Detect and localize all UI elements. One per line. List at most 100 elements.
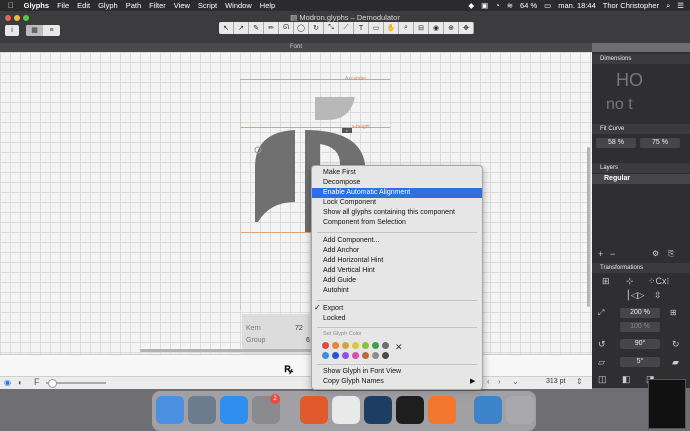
add-layer-icon[interactable]: +	[598, 249, 603, 259]
slant-left-icon[interactable]: ▱	[598, 357, 605, 368]
boolean-subtract-icon[interactable]: ◧	[622, 374, 631, 385]
menu-script[interactable]: Script	[198, 1, 217, 10]
app-store-icon[interactable]	[220, 396, 248, 424]
color-swatch[interactable]	[362, 352, 369, 359]
menu-locked[interactable]: Locked	[312, 314, 482, 324]
scale-field[interactable]: 200 %	[620, 308, 660, 318]
layers-header[interactable]: Layers	[592, 163, 690, 173]
color-swatch[interactable]	[332, 352, 339, 359]
point-size[interactable]: 313 pt	[546, 378, 565, 385]
affinity-designer-icon[interactable]	[364, 396, 392, 424]
color-swatch[interactable]	[352, 342, 359, 349]
hand-tool-icon[interactable]: ✋	[384, 22, 399, 34]
menu-copy-glyph-names[interactable]: Copy Glyph Names	[312, 377, 482, 387]
slider-knob[interactable]	[48, 379, 57, 388]
menu-show-glyph-in-font-view[interactable]: Show Glyph in Font View	[312, 367, 482, 377]
clock[interactable]: man. 18:44	[558, 1, 596, 10]
transform-origin-icon[interactable]: ⁘Cx⁝	[648, 276, 669, 287]
tab-font[interactable]: Font	[0, 43, 592, 52]
vertical-scrollbar[interactable]	[587, 147, 590, 307]
wifi-icon[interactable]: ≋	[507, 1, 513, 10]
menu-decompose[interactable]: Decompose	[312, 178, 482, 188]
chevron-left-icon[interactable]: ‹	[487, 377, 490, 386]
knife-tool-icon[interactable]: ⟋	[339, 22, 354, 34]
menu-component-from-selection[interactable]: Component from Selection	[312, 218, 482, 228]
eye-icon[interactable]: ◉	[4, 378, 11, 387]
control-center-icon[interactable]: ☰	[677, 1, 684, 10]
pencil-tool-icon[interactable]: ✏	[264, 22, 279, 34]
contrast-icon[interactable]: ◐	[18, 378, 23, 387]
scale-field-2[interactable]: 100 %	[620, 322, 660, 332]
arrows-icon[interactable]: ✥	[459, 22, 474, 34]
align-center-icon[interactable]: ⊹	[626, 276, 634, 287]
user-name[interactable]: Thor Christopher	[603, 1, 659, 10]
color-swatch[interactable]	[382, 342, 389, 349]
menu-add-anchor[interactable]: Add Anchor	[312, 246, 482, 256]
draw-tool-icon[interactable]: ✎	[249, 22, 264, 34]
view-mode-switch[interactable]: ▦ ≡	[26, 25, 60, 36]
brave-icon[interactable]	[300, 396, 328, 424]
glyph-canvas[interactable]: Ascender x-height ▪ Kern 72 Group 6	[0, 52, 592, 354]
kern-value[interactable]: 72	[295, 325, 303, 332]
menu-show-all-glyphs[interactable]: Show all glyphs containing this componen…	[312, 208, 482, 218]
brush-tool-icon[interactable]: ᘏ	[279, 22, 294, 34]
scale-tool-icon[interactable]: ⤡	[324, 22, 339, 34]
fit-curve-header[interactable]: Fit Curve	[592, 124, 690, 134]
color-swatch[interactable]	[372, 342, 379, 349]
battery-percent[interactable]: 64 %	[520, 1, 537, 10]
grid-view-icon[interactable]: ▦	[26, 25, 43, 36]
preview-size-slider[interactable]	[46, 379, 106, 388]
menu-add-vertical-hint[interactable]: Add Vertical Hint	[312, 266, 482, 276]
menu-view[interactable]: View	[174, 1, 190, 10]
rotate-tool-icon[interactable]: ↻	[309, 22, 324, 34]
color-swatch[interactable]	[342, 352, 349, 359]
launchpad-icon[interactable]	[188, 396, 216, 424]
color-swatch[interactable]	[332, 342, 339, 349]
scale-icon[interactable]: ⤢	[598, 308, 604, 318]
transformations-header[interactable]: Transformations	[592, 263, 690, 273]
menu-window[interactable]: Window	[225, 1, 252, 10]
menu-make-first[interactable]: Make First	[312, 168, 482, 178]
preview-icon[interactable]: ◉	[429, 22, 444, 34]
rotate-ccw-icon[interactable]: ↺	[598, 339, 606, 350]
boolean-union-icon[interactable]: ◫	[598, 374, 607, 385]
stepper-icon[interactable]: ⇕	[576, 377, 583, 386]
menu-autohint[interactable]: Autohint	[312, 286, 482, 296]
select-all-layers-icon[interactable]: ↗	[234, 22, 249, 34]
scale-up-icon[interactable]: ⊞	[670, 308, 677, 317]
rotate-field[interactable]: 90°	[620, 339, 660, 349]
menu-add-guide[interactable]: Add Guide	[312, 276, 482, 286]
select-tool-icon[interactable]: ↖	[219, 22, 234, 34]
mirror-vertical-icon[interactable]: ⇳	[654, 290, 662, 301]
group-value[interactable]: 6	[306, 337, 310, 344]
firefox-icon[interactable]	[428, 396, 456, 424]
chevron-right-icon[interactable]: ›	[498, 377, 501, 386]
fit-curve-b[interactable]: 75 %	[640, 138, 680, 148]
apple-icon[interactable]: 	[8, 1, 14, 10]
menu-add-component[interactable]: Add Component...	[312, 236, 482, 246]
dropbox-icon[interactable]: ◆	[468, 1, 474, 10]
align-icon[interactable]: ⊞	[602, 276, 610, 287]
menu-filter[interactable]: Filter	[149, 1, 166, 10]
trash-icon[interactable]	[506, 396, 534, 424]
dimensions-header[interactable]: Dimensions	[592, 54, 690, 64]
list-view-icon[interactable]: ≡	[43, 25, 60, 36]
measure-tool-icon[interactable]: ⊟	[414, 22, 429, 34]
menu-export[interactable]: Export	[312, 304, 482, 314]
chevron-down-icon[interactable]: ⌄	[512, 377, 519, 386]
finder-icon[interactable]	[156, 396, 184, 424]
menu-path[interactable]: Path	[126, 1, 141, 10]
menu-enable-automatic-alignment[interactable]: Enable Automatic Alignment	[312, 188, 482, 198]
globe-icon[interactable]: ⊕	[444, 22, 459, 34]
terminal-icon[interactable]	[396, 396, 424, 424]
menu-extra-icon[interactable]: ▣	[481, 1, 488, 10]
clear-color-icon[interactable]: ✕	[395, 342, 403, 353]
annotation-tool-icon[interactable]: ▭	[369, 22, 384, 34]
layer-options-icon[interactable]: ⚙	[652, 249, 659, 258]
layer-regular[interactable]: Regular	[592, 174, 690, 184]
color-swatch[interactable]	[322, 342, 329, 349]
menu-lock-component[interactable]: Lock Component	[312, 198, 482, 208]
menu-app[interactable]: Glyphs	[24, 1, 49, 10]
color-swatch[interactable]	[342, 342, 349, 349]
color-swatch[interactable]	[382, 352, 389, 359]
